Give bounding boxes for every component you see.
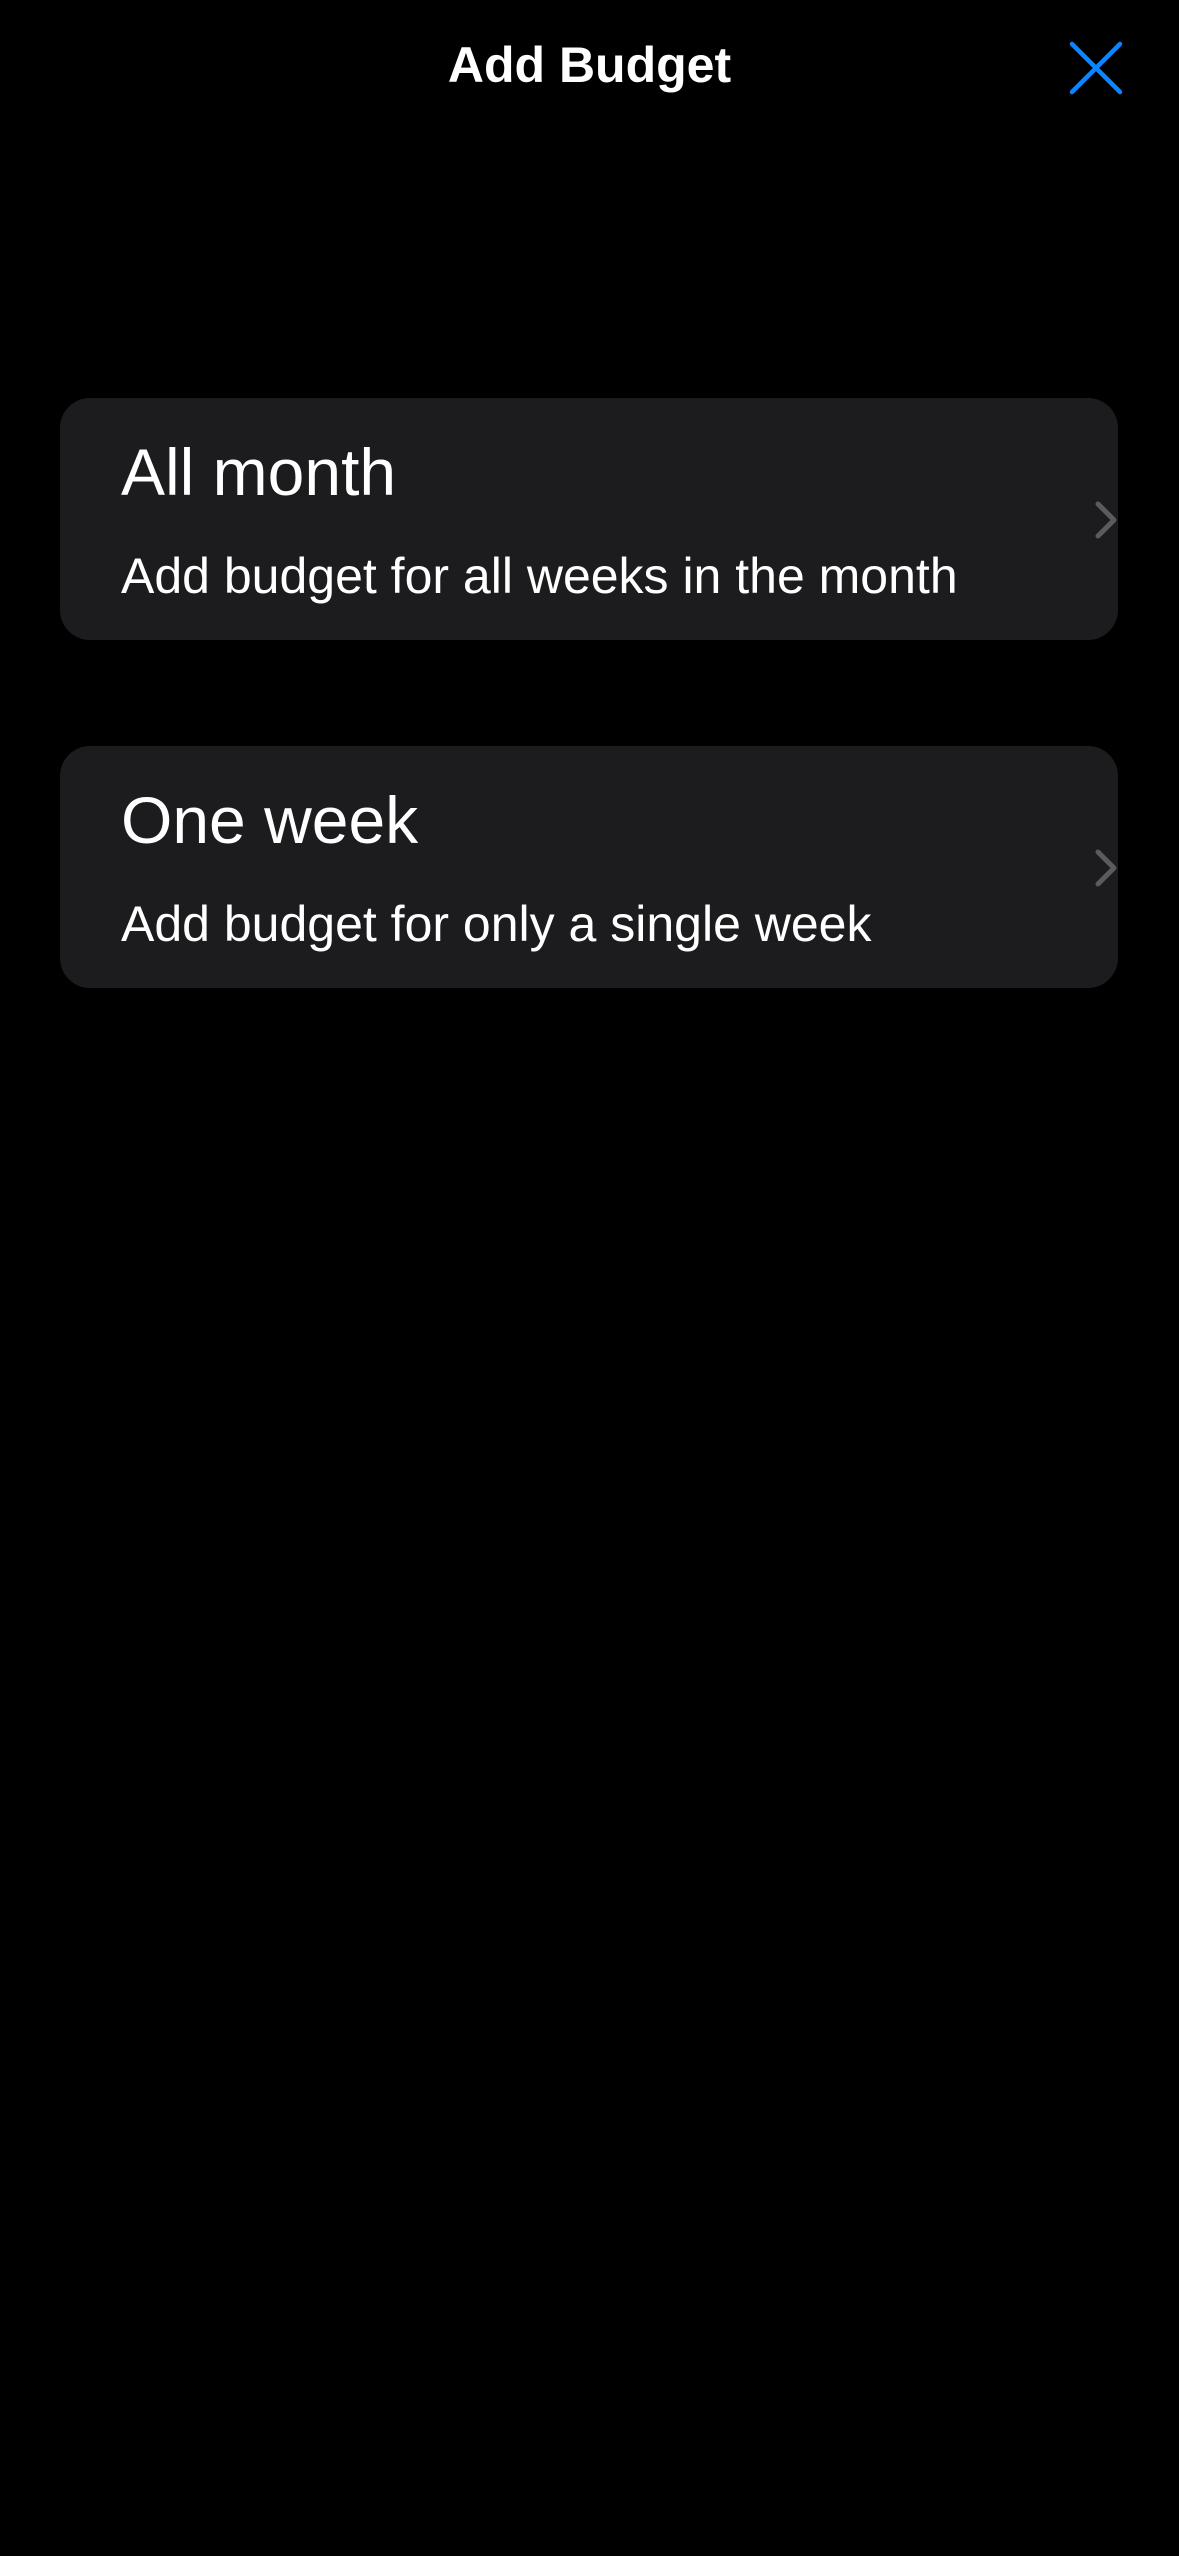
- chevron-right-icon: [1086, 848, 1126, 888]
- one-week-option[interactable]: One week Add budget for only a single we…: [60, 746, 1118, 988]
- chevron-right-icon: [1086, 500, 1126, 540]
- option-title: All month: [121, 435, 397, 509]
- all-month-option[interactable]: All month Add budget for all weeks in th…: [60, 398, 1118, 640]
- option-subtitle: Add budget for all weeks in the month: [121, 548, 958, 604]
- option-subtitle: Add budget for only a single week: [121, 896, 872, 952]
- close-icon: [1069, 41, 1123, 95]
- option-title: One week: [121, 783, 419, 857]
- close-button[interactable]: [1056, 28, 1136, 108]
- page-title: Add Budget: [447, 37, 732, 93]
- navigation-bar: Add Budget: [0, 0, 1179, 132]
